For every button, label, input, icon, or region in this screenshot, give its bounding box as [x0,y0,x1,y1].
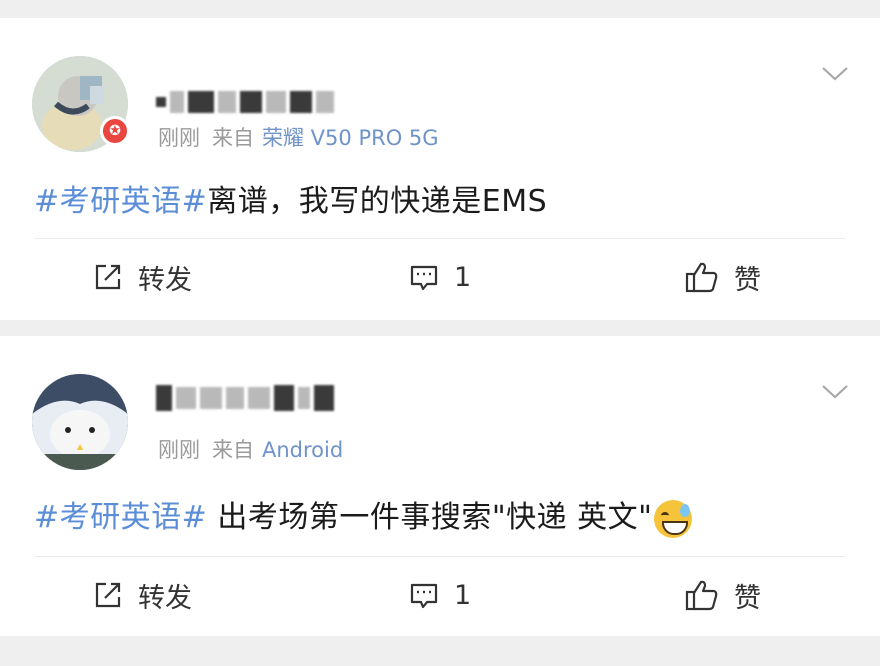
post-source[interactable]: Android [262,438,343,462]
like-icon [685,580,718,611]
comment-count: 1 [454,579,472,611]
comment-button[interactable]: 1 [408,254,471,300]
repost-button[interactable]: 转发 [92,254,192,300]
source-prefix: 来自 [212,438,254,462]
chevron-down-icon[interactable] [820,64,850,84]
post-content: #考研英语#离谱，我写的快递是EMS [34,176,547,220]
like-button[interactable]: 赞 [684,572,761,618]
grinning-sweat-emoji [654,499,693,538]
post-card: 刚刚 来自 Android #考研英语# 出考场第一件事搜索"快递 英文" 转发 1 [0,336,880,636]
post-meta: 刚刚 来自 Android [158,434,343,464]
hashtag-link[interactable]: #考研英语# [34,500,207,535]
repost-icon [95,582,121,608]
post-time: 刚刚 [158,438,200,462]
repost-label: 转发 [138,582,192,614]
comment-icon [410,265,438,291]
source-prefix: 来自 [212,126,254,150]
username-redacted[interactable] [156,86,334,118]
post-card: ✪ 刚刚 来自 荣耀 V50 PRO 5G #考研英语#离谱，我写的快递是EMS 转… [0,18,880,320]
divider [34,238,846,239]
post-content: #考研英语# 出考场第一件事搜索"快递 英文" [34,492,693,538]
comment-count: 1 [454,261,472,293]
avatar-image [32,374,128,470]
post-time: 刚刚 [158,126,200,150]
like-label: 赞 [734,582,761,614]
like-button[interactable]: 赞 [684,254,761,300]
post-meta: 刚刚 来自 荣耀 V50 PRO 5G [158,122,439,152]
avatar[interactable] [32,374,128,470]
repost-icon [95,264,121,290]
repost-label: 转发 [138,264,192,296]
like-label: 赞 [734,264,761,296]
post-source[interactable]: 荣耀 V50 PRO 5G [262,126,439,150]
chevron-down-icon[interactable] [820,382,850,402]
post-text: 出考场第一件事搜索"快递 英文" [207,500,653,535]
repost-button[interactable]: 转发 [92,572,192,618]
comment-icon [410,583,438,609]
action-bar: 转发 1 赞 [0,572,880,618]
username-redacted[interactable] [156,382,334,414]
hashtag-link[interactable]: #考研英语# [34,184,207,219]
action-bar: 转发 1 赞 [0,254,880,300]
avatar[interactable]: ✪ [32,56,130,152]
comment-button[interactable]: 1 [408,572,471,618]
post-text: 离谱，我写的快递是EMS [207,184,548,219]
divider [34,556,846,557]
like-icon [685,262,718,293]
verified-badge-icon: ✪ [100,116,130,146]
